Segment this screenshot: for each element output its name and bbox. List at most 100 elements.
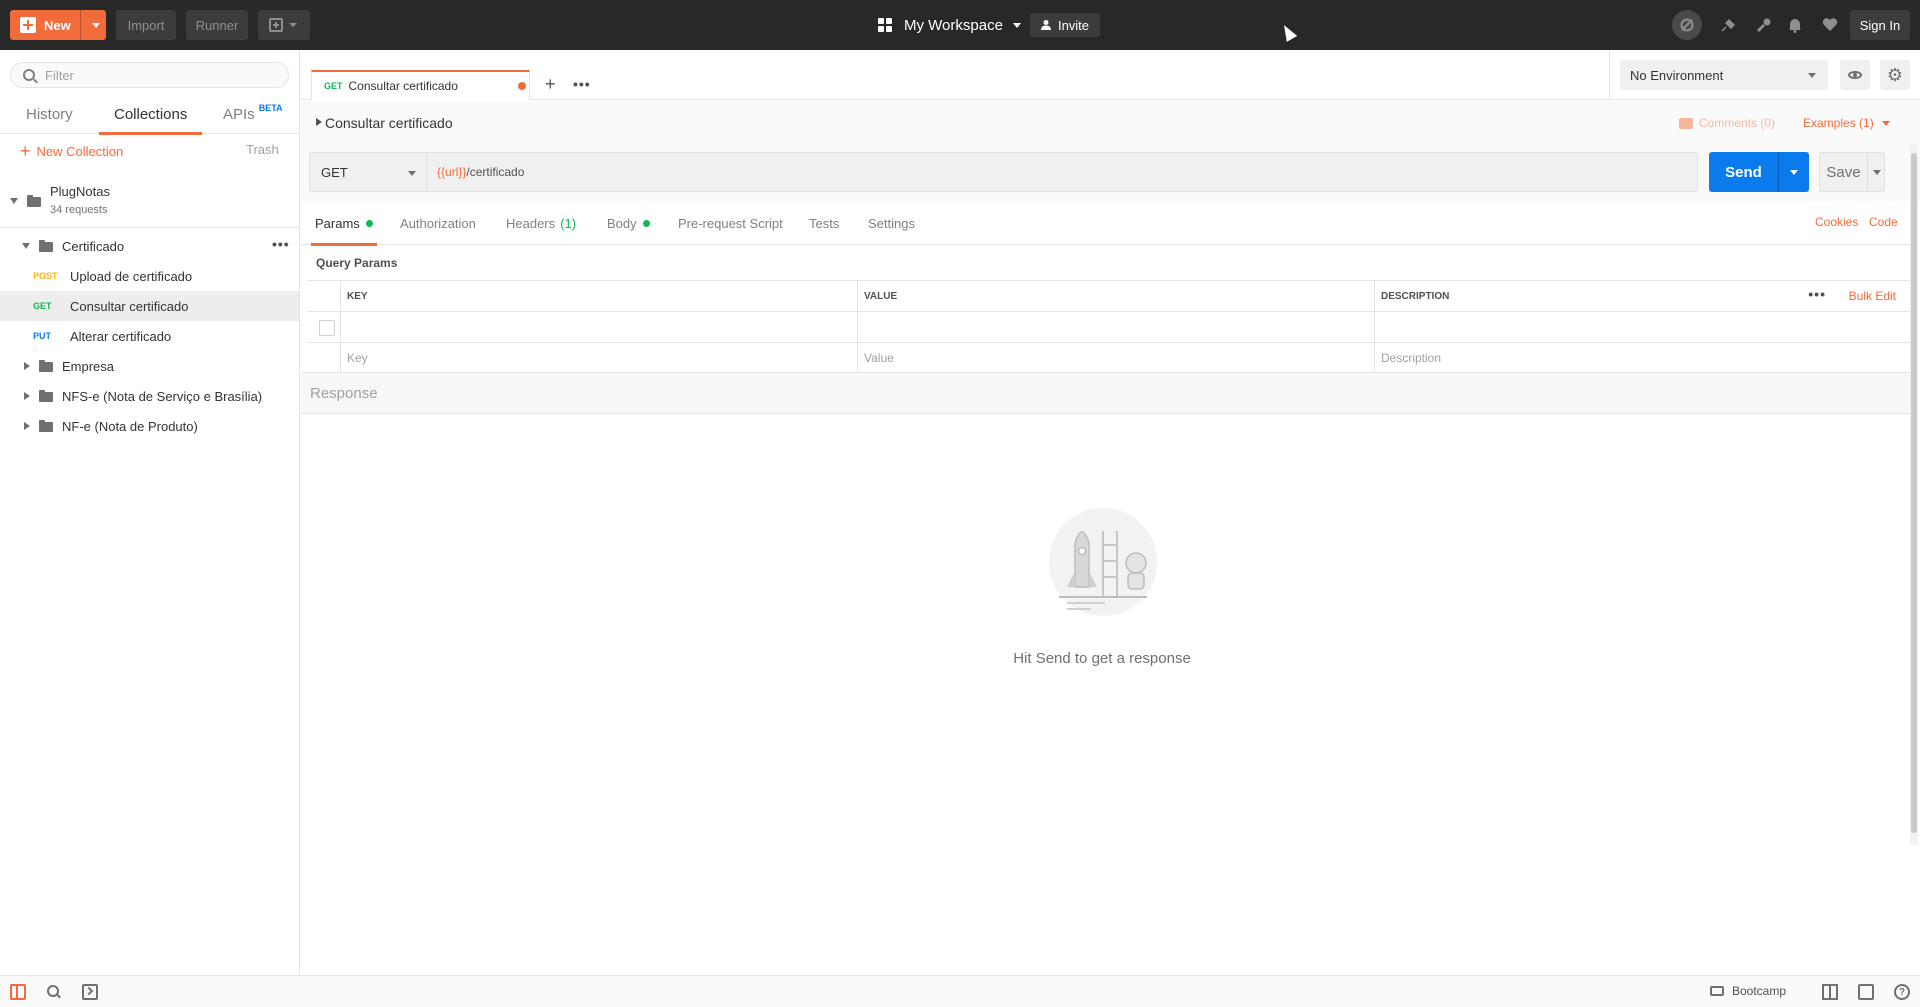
tab-tests[interactable]: Tests	[809, 201, 839, 245]
row-checkbox[interactable]	[319, 320, 335, 336]
workspace-switcher[interactable]: My Workspace	[878, 10, 1021, 40]
bootcamp-button[interactable]: Bootcamp	[1710, 984, 1786, 998]
key-input[interactable]: Key	[340, 343, 857, 373]
caret-right-icon[interactable]	[24, 392, 30, 400]
caret-down-icon[interactable]	[10, 198, 18, 204]
divider	[1778, 152, 1779, 192]
bulk-edit-link[interactable]: Bulk Edit	[1849, 289, 1896, 303]
import-button[interactable]: Import	[116, 10, 176, 40]
environment-quick-look[interactable]	[1840, 60, 1870, 90]
tab-body[interactable]: Body	[607, 201, 650, 245]
folder-item-empresa[interactable]: Empresa	[0, 351, 299, 381]
sidebar: Filter History Collections APIs BETA + N…	[0, 50, 300, 975]
manage-environments[interactable]: ⚙	[1880, 60, 1910, 90]
code-link[interactable]: Code	[1869, 215, 1898, 229]
caret-right-icon[interactable]	[24, 422, 30, 430]
tab-options-icon[interactable]: •••	[573, 76, 591, 92]
tab-apis[interactable]: APIs BETA	[223, 94, 283, 134]
beta-badge: BETA	[258, 103, 283, 113]
request-name[interactable]: Consultar certificado	[325, 115, 453, 131]
sidebar-toggle-icon[interactable]	[10, 984, 26, 1000]
sidebar-tabs: History Collections APIs BETA	[0, 94, 300, 135]
new-button[interactable]: New	[10, 10, 106, 40]
tab-pre-request-script[interactable]: Pre-request Script	[678, 201, 783, 245]
caret-down-icon[interactable]	[1873, 170, 1881, 175]
invite-button[interactable]: Invite	[1030, 13, 1100, 37]
column-header-value: VALUE	[857, 281, 1374, 311]
tab-authorization[interactable]: Authorization	[400, 201, 476, 245]
runner-button[interactable]: Runner	[186, 10, 248, 40]
value-input[interactable]: Value	[857, 343, 1374, 373]
cookies-link[interactable]: Cookies	[1815, 215, 1858, 229]
find-icon[interactable]	[46, 984, 62, 1000]
folder-item-nfe[interactable]: NF-e (Nota de Produto)	[0, 411, 299, 441]
console-icon[interactable]	[82, 984, 98, 1000]
rocket-illustration	[1049, 508, 1157, 616]
help-icon[interactable]: ?	[1894, 984, 1910, 1000]
send-button[interactable]: Send	[1709, 152, 1809, 192]
method-select[interactable]: GET	[309, 152, 427, 192]
new-window-button[interactable]	[258, 10, 310, 40]
description-cell[interactable]	[1374, 312, 1910, 342]
gear-icon: ⚙	[1886, 64, 1904, 85]
environment-bar: No Environment ⚙	[1609, 50, 1920, 100]
tab-headers[interactable]: Headers (1)	[506, 201, 576, 245]
request-tabs: Params Authorization Headers (1) Body Pr…	[301, 201, 1910, 246]
tab-history[interactable]: History	[26, 94, 73, 134]
trash-link[interactable]: Trash	[246, 142, 279, 157]
top-bar: New Import Runner My Workspace Invite Si…	[0, 0, 1920, 50]
folder-item-certificado[interactable]: Certificado •••	[0, 231, 299, 261]
sign-in-button[interactable]: Sign In	[1850, 10, 1910, 40]
save-button[interactable]: Save	[1819, 152, 1885, 192]
scrollbar-thumb[interactable]	[1911, 153, 1917, 833]
request-tab[interactable]: GET Consultar certificado	[311, 70, 530, 100]
collection-item[interactable]: PlugNotas 34 requests	[0, 172, 299, 228]
caret-down-icon[interactable]	[1790, 170, 1798, 175]
table-row-new: Key Value Description	[307, 343, 1910, 374]
comments-button[interactable]: Comments (0)	[1679, 116, 1775, 130]
url-path: /certificado	[466, 165, 525, 179]
tab-collections[interactable]: Collections	[99, 94, 203, 135]
request-item-alterar[interactable]: PUT Alterar certificado	[0, 321, 299, 351]
status-bar: Bootcamp ?	[0, 975, 1920, 1007]
description-input[interactable]: Description	[1374, 343, 1910, 373]
environment-select[interactable]: No Environment	[1620, 60, 1828, 90]
caret-right-icon[interactable]	[316, 118, 322, 126]
tab-params[interactable]: Params	[311, 201, 377, 246]
caret-right-icon[interactable]	[24, 362, 30, 370]
column-header-description: DESCRIPTION	[1374, 281, 1910, 311]
sync-icon[interactable]	[1672, 10, 1702, 40]
folder-item-nfse[interactable]: NFS-e (Nota de Serviço e Brasília)	[0, 381, 299, 411]
response-header: Response	[301, 372, 1910, 414]
url-input[interactable]: {{url}}/certificado	[427, 152, 1698, 192]
caret-down-icon	[1881, 120, 1890, 126]
tab-settings[interactable]: Settings	[868, 201, 915, 245]
caret-down-icon[interactable]	[22, 243, 30, 249]
folder-icon	[27, 195, 41, 207]
table-header-row: KEY VALUE DESCRIPTION ••• Bulk Edit	[307, 281, 1910, 312]
caret-down-icon	[408, 171, 416, 176]
scrollbar[interactable]	[1910, 145, 1918, 845]
headers-count: (1)	[560, 215, 577, 231]
browse-icon[interactable]	[1858, 984, 1874, 1000]
value-cell[interactable]	[857, 312, 1374, 342]
wrench-icon[interactable]	[1753, 14, 1775, 36]
bell-icon[interactable]	[1784, 14, 1806, 36]
request-item-consultar[interactable]: GET Consultar certificado	[0, 291, 299, 321]
more-options-icon[interactable]: •••	[1808, 286, 1826, 302]
request-tab-title: Consultar certificado	[348, 79, 458, 93]
filter-placeholder: Filter	[45, 67, 74, 83]
two-pane-icon[interactable]	[1822, 984, 1838, 1000]
caret-down-icon[interactable]	[92, 23, 100, 28]
new-collection-button[interactable]: + New Collection	[20, 142, 123, 160]
request-item-upload[interactable]: POST Upload de certificado	[0, 261, 299, 291]
heart-icon[interactable]	[1819, 14, 1841, 36]
examples-dropdown[interactable]: Examples (1)	[1803, 116, 1890, 130]
divider	[1867, 153, 1868, 191]
filter-input[interactable]: Filter	[10, 62, 289, 88]
more-options-icon[interactable]: •••	[272, 236, 290, 252]
satellite-icon[interactable]	[1717, 14, 1739, 36]
key-cell[interactable]	[340, 312, 857, 342]
new-tab-button[interactable]: +	[545, 74, 556, 95]
response-title: Response	[310, 385, 378, 402]
